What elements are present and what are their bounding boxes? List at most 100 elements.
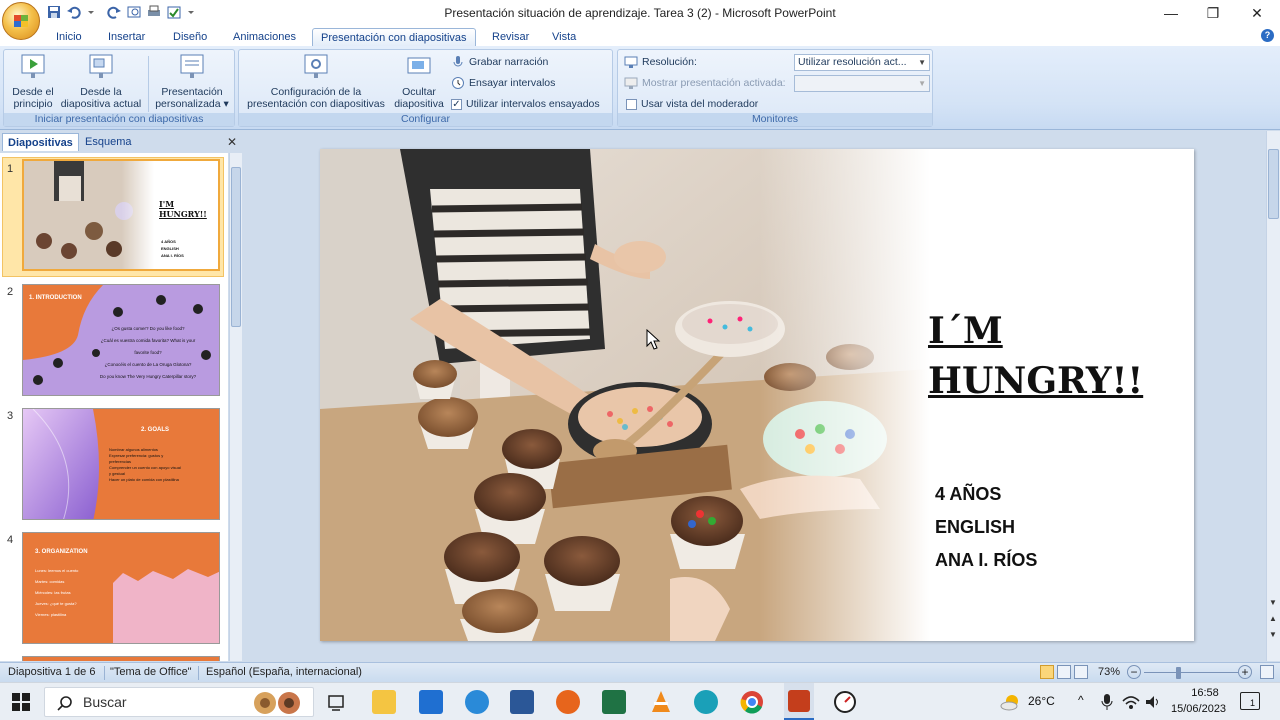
zoom-level[interactable]: 73%	[1098, 666, 1120, 678]
notification-count: 1	[1250, 698, 1256, 708]
vlc-icon[interactable]	[650, 690, 672, 714]
resolution-select[interactable]: Utilizar resolución act... ▼	[794, 54, 930, 71]
volume-icon[interactable]	[1144, 693, 1162, 711]
speedometer-icon[interactable]	[833, 690, 857, 714]
slideshow-view-icon[interactable]	[1074, 665, 1088, 679]
next-slide-icon[interactable]: ▼	[1269, 631, 1277, 639]
powerpoint-taskbar-active[interactable]	[784, 683, 814, 720]
network-icon[interactable]	[1122, 693, 1140, 711]
setup-show-icon	[304, 54, 328, 78]
language[interactable]: Español (España, internacional)	[206, 666, 362, 678]
tab-insertar[interactable]: Insertar	[100, 28, 153, 46]
slide-subtitle-age[interactable]: 4 AÑOS	[935, 484, 1001, 505]
tab-presentacion[interactable]: Presentación con diapositivas	[312, 28, 476, 46]
rehearse-timings-button[interactable]: Ensayar intervalos	[451, 75, 555, 91]
from-start-button[interactable]: Desde el principio	[6, 52, 60, 110]
slide-thumbnail-3[interactable]: 2. GOALS Nombrar algunos alimentos Expres…	[22, 408, 220, 520]
tab-slides[interactable]: Diapositivas	[2, 133, 79, 151]
fit-window-icon[interactable]	[1260, 665, 1274, 679]
prev-slide-icon[interactable]: ▲	[1269, 615, 1277, 623]
search-placeholder: Buscar	[83, 694, 127, 710]
ribbon-tabs: Inicio Insertar Diseño Animaciones Prese…	[0, 26, 1280, 46]
cursor-icon	[646, 329, 661, 350]
scrollbar-thumb[interactable]	[1268, 149, 1279, 219]
tab-revisar[interactable]: Revisar	[484, 28, 537, 46]
microphone-icon	[451, 55, 465, 69]
chrome-icon[interactable]	[740, 690, 764, 714]
tab-vista[interactable]: Vista	[544, 28, 584, 46]
thumb-photo	[24, 161, 154, 269]
scrollbar-thumb[interactable]	[231, 167, 241, 327]
edge-icon[interactable]	[694, 690, 718, 714]
pane-tabs: Diapositivas Esquema ✕	[0, 133, 243, 151]
thumb-subtitle: 4 AÑOS ENGLISH ANA I. RÍOS	[161, 239, 184, 258]
thumb-title: 3. ORGANIZATION	[35, 549, 88, 555]
close-icon[interactable]: ✕	[227, 135, 237, 149]
slide-canvas[interactable]: I´M HUNGRY!! 4 AÑOS ENGLISH ANA I. RÍOS	[320, 149, 1194, 641]
minimize-button[interactable]: —	[1149, 0, 1193, 26]
hide-slide-button[interactable]: Ocultar diapositiva	[391, 52, 447, 110]
task-view-icon[interactable]	[327, 693, 345, 711]
thumb-body: Lunes: leemos el cuento Martes: comidas Mi…	[35, 568, 79, 617]
slide-title[interactable]: I´M HUNGRY!!	[928, 306, 1143, 406]
firefox-icon[interactable]	[556, 690, 580, 714]
close-button[interactable]: ✕	[1235, 0, 1279, 26]
resolution-label: Resolución:	[624, 54, 697, 70]
clock-date[interactable]: 15/06/2023	[1171, 703, 1226, 715]
custom-show-button[interactable]: Presentación personalizada ▾	[152, 52, 232, 110]
slide-subtitle-subject[interactable]: ENGLISH	[935, 517, 1015, 538]
mail-icon[interactable]	[419, 690, 443, 714]
windows-start-icon[interactable]	[12, 693, 30, 711]
search-highlight-icon	[254, 692, 300, 714]
zoom-out-icon[interactable]: −	[1127, 665, 1141, 679]
internet-explorer-icon[interactable]	[465, 690, 489, 714]
scroll-down-arrow-icon[interactable]: ▼	[1269, 599, 1277, 607]
sorter-view-icon[interactable]	[1057, 665, 1071, 679]
zoom-in-icon[interactable]: +	[1238, 665, 1252, 679]
slide-number: 2	[7, 286, 14, 298]
restore-button[interactable]: ❐	[1191, 0, 1235, 26]
slide-photo	[320, 149, 930, 641]
zoom-slider[interactable]	[1144, 672, 1238, 673]
office-logo-icon	[14, 15, 28, 27]
thumbnail-scrollbar[interactable]	[229, 153, 242, 661]
tab-diseno[interactable]: Diseño	[165, 28, 215, 46]
setup-show-button[interactable]: Configuración de la presentación con dia…	[241, 52, 391, 110]
view-buttons	[1040, 665, 1088, 679]
from-current-button[interactable]: Desde la diapositiva actual	[58, 52, 144, 110]
slide-thumbnail-1[interactable]: I'M HUNGRY!! 4 AÑOS ENGLISH ANA I. RÍOS	[22, 159, 220, 271]
record-narration-button[interactable]: Grabar narración	[451, 54, 548, 70]
slideshow-current-icon	[89, 54, 113, 78]
presenter-view-checkbox[interactable]: Usar vista del moderador	[626, 96, 758, 112]
slide-thumbnail-4[interactable]: 3. ORGANIZATION Lunes: leemos el cuento M…	[22, 532, 220, 644]
use-timings-checkbox[interactable]: ✓ Utilizar intervalos ensayados	[451, 96, 600, 112]
clock-time[interactable]: 16:58	[1183, 687, 1227, 699]
normal-view-icon[interactable]	[1040, 665, 1054, 679]
slide-subtitle-author[interactable]: ANA I. RÍOS	[935, 550, 1037, 571]
slide-number: 4	[7, 534, 14, 546]
slideshow-play-icon	[21, 54, 45, 78]
slide-scrollbar[interactable]: ▼ ▲ ▼	[1266, 131, 1280, 661]
show-on-label: Mostrar presentación activada:	[624, 75, 786, 91]
slide-thumbnail-5[interactable]	[22, 656, 220, 661]
excel-icon[interactable]	[602, 690, 626, 714]
help-icon[interactable]: ?	[1261, 29, 1274, 42]
microphone-icon[interactable]	[1100, 693, 1114, 711]
taskbar-search[interactable]: Buscar	[44, 687, 314, 717]
weather-temp[interactable]: 26°C	[1028, 694, 1055, 708]
office-button[interactable]	[2, 2, 40, 40]
tray-expand-icon[interactable]: ^	[1078, 693, 1084, 707]
weather-icon[interactable]	[1000, 693, 1022, 711]
slide-thumbnail-2[interactable]: 1. INTRODUCTION ¿Os gusta comer? Do you …	[22, 284, 220, 396]
tab-animaciones[interactable]: Animaciones	[225, 28, 304, 46]
thumb-title: 2. GOALS	[141, 427, 170, 433]
group-label-configure: Configurar	[239, 113, 612, 126]
zoom-slider-thumb[interactable]	[1176, 667, 1182, 679]
chevron-down-icon: ▼	[918, 58, 926, 67]
notification-center-icon[interactable]: 1	[1240, 692, 1260, 710]
slide-number: 1	[7, 163, 14, 175]
file-explorer-icon[interactable]	[372, 690, 396, 714]
tab-outline[interactable]: Esquema	[80, 133, 136, 151]
word-icon[interactable]	[510, 690, 534, 714]
tab-inicio[interactable]: Inicio	[48, 28, 90, 46]
